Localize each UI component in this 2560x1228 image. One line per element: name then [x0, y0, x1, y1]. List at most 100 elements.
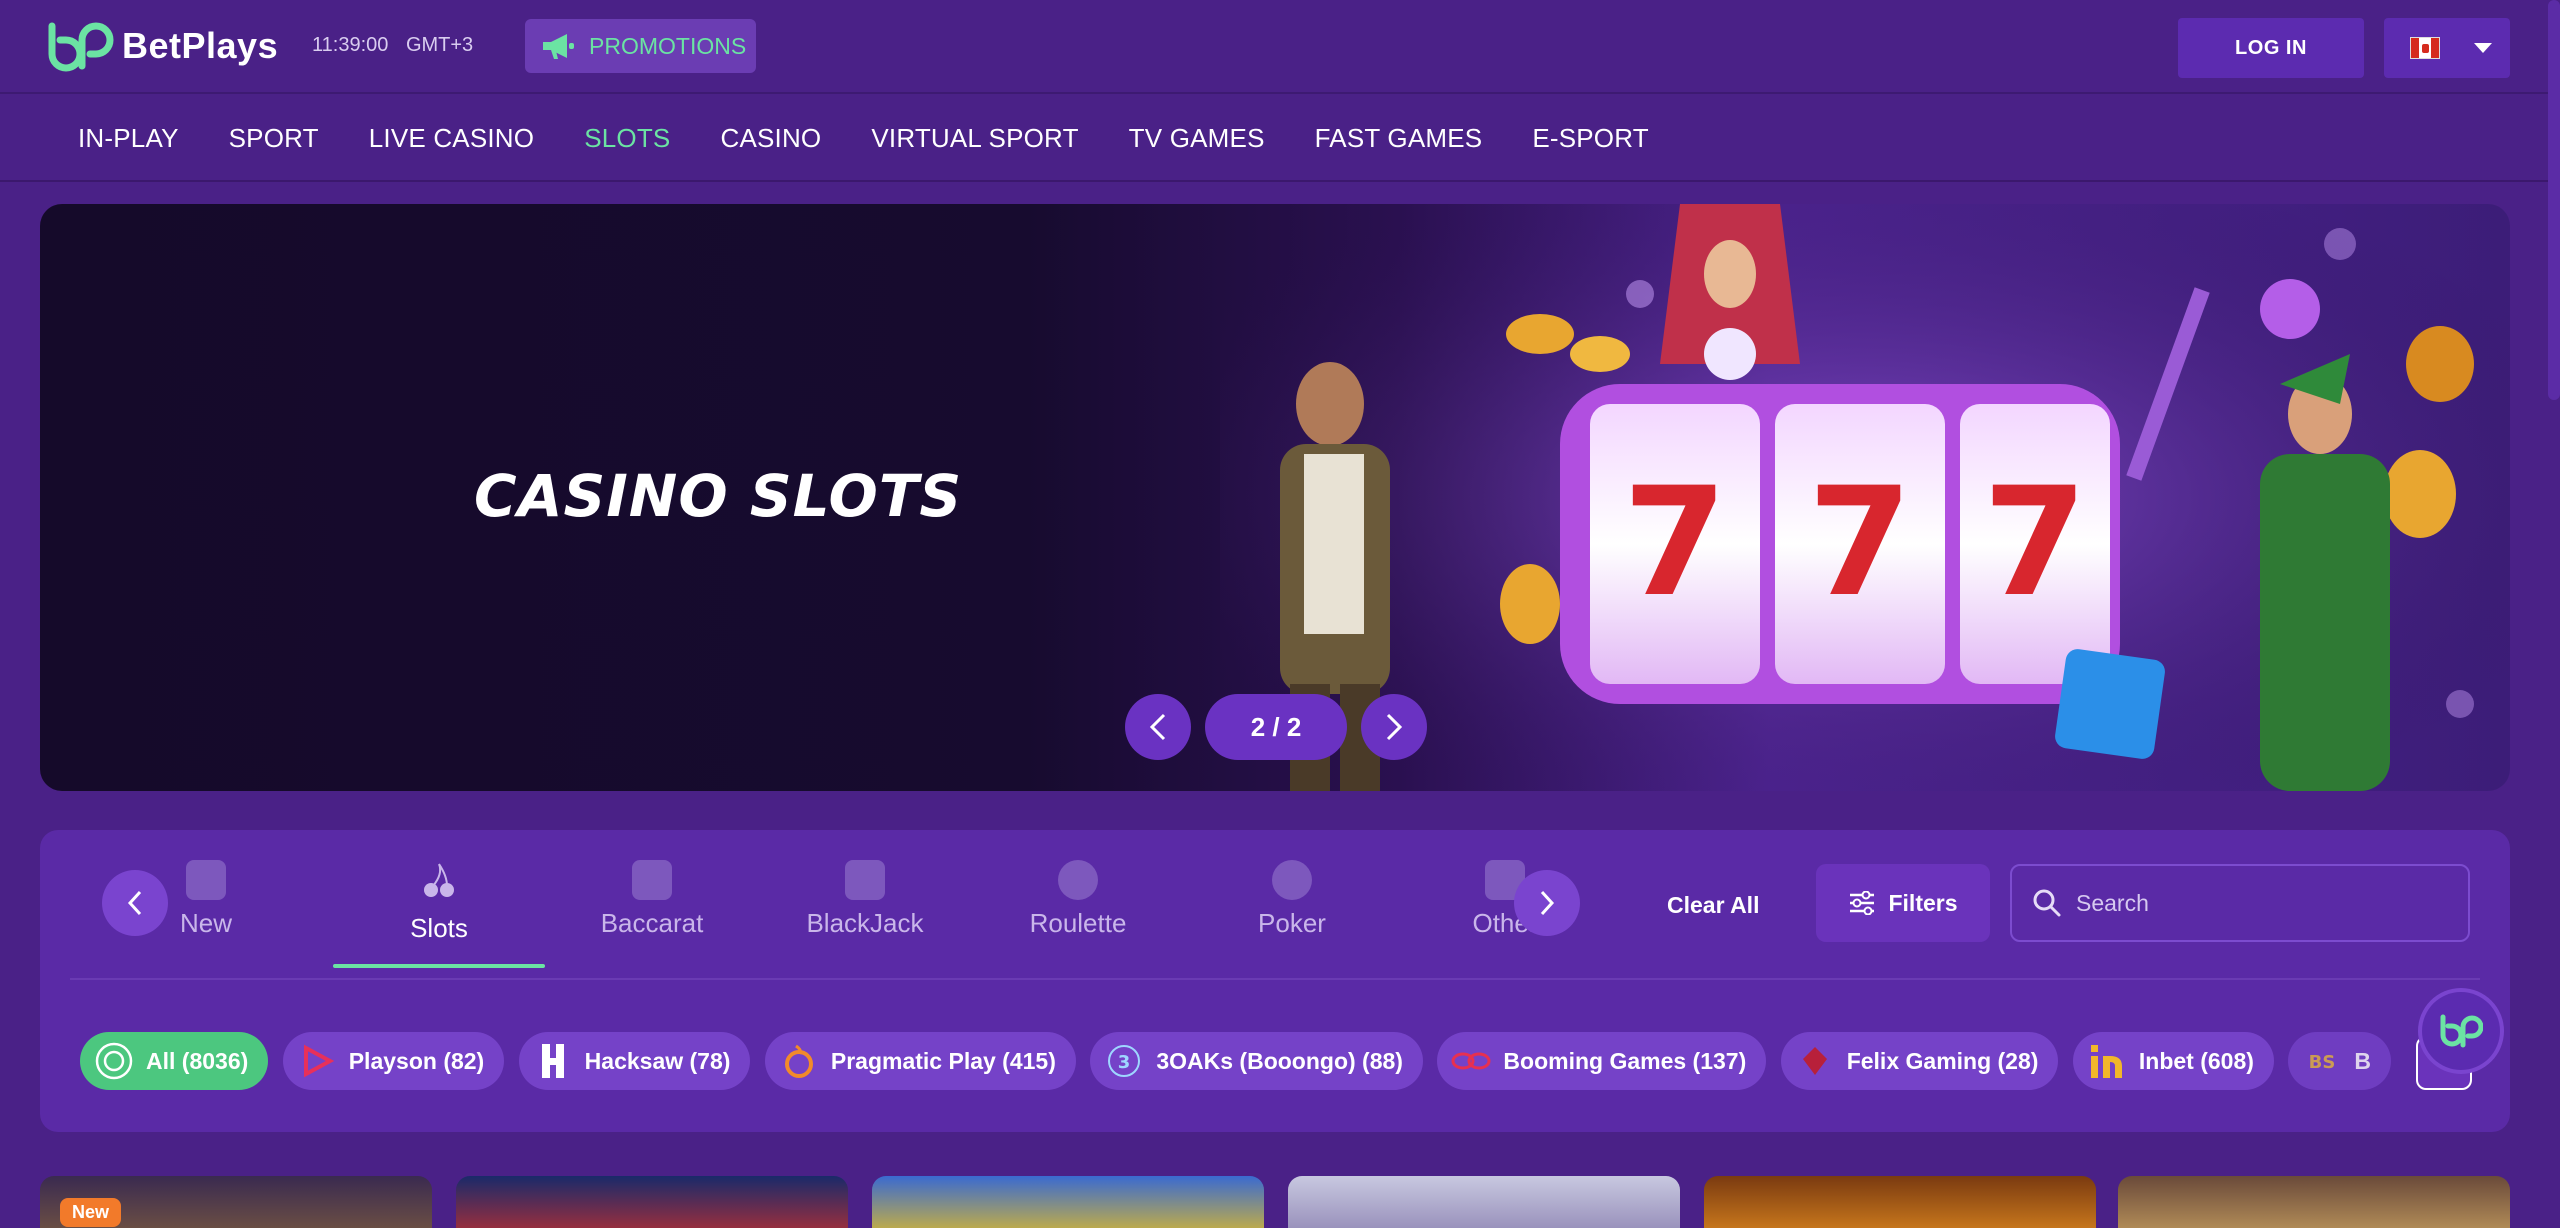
booming-logo-icon: [1451, 1041, 1491, 1081]
game-card[interactable]: [456, 1176, 848, 1228]
inbet-logo-icon: [2087, 1041, 2127, 1081]
nav-item-virtual-sport[interactable]: VIRTUAL SPORT: [871, 123, 1078, 154]
provider-chips: All (8036) Playson (82) Hacksaw (78) Pra…: [80, 1032, 2480, 1092]
game-card[interactable]: [1704, 1176, 2096, 1228]
megaphone-icon: [186, 860, 226, 900]
hero-slide-counter: 2 / 2: [1205, 694, 1347, 760]
chevron-left-icon: [1149, 713, 1166, 741]
3oaks-logo-icon: 3: [1104, 1041, 1144, 1081]
tab-label: Roulette: [1029, 908, 1127, 938]
hero-next-button[interactable]: [1361, 694, 1427, 760]
hero-title: CASINO SLOTS: [474, 462, 963, 530]
provider-label: Playson (82): [348, 1047, 485, 1074]
search-box[interactable]: [2010, 864, 2470, 942]
svg-text:7: 7: [1623, 456, 1727, 630]
categories-prev-button[interactable]: [102, 870, 168, 936]
nav-item-tv-games[interactable]: TV GAMES: [1129, 123, 1265, 154]
cherry-icon: [424, 863, 454, 897]
login-button[interactable]: LOG IN: [2178, 18, 2364, 78]
tab-baccarat[interactable]: Baccarat: [546, 860, 758, 968]
tab-roulette[interactable]: Roulette: [972, 860, 1184, 968]
provider-label: Felix Gaming (28): [1846, 1047, 2039, 1074]
playing-cards-icon: [845, 860, 885, 900]
svg-text:7: 7: [1983, 456, 2087, 630]
roulette-icon: [1058, 860, 1098, 900]
tab-poker[interactable]: Poker: [1186, 860, 1398, 968]
promotions-button[interactable]: PROMOTIONS: [525, 19, 756, 73]
clock: 11:39:00 GMT+3: [312, 34, 485, 57]
chevron-left-icon: [127, 890, 142, 916]
filters-label: Filters: [1888, 889, 1958, 916]
nav-item-live-casino[interactable]: LIVE CASINO: [369, 123, 534, 154]
cards-icon: [632, 860, 672, 900]
provider-chip-all[interactable]: All (8036): [80, 1032, 269, 1090]
nav-item-casino[interactable]: CASINO: [720, 123, 821, 154]
provider-chip-booming-games[interactable]: Booming Games (137): [1437, 1032, 1767, 1090]
chevron-right-icon: [1386, 713, 1403, 741]
top-bar: BetPlays 11:39:00 GMT+3 PROMOTIONS LOG I…: [0, 0, 2560, 94]
provider-chip-truncated[interactable]: BS B: [2288, 1032, 2391, 1090]
tab-label: Baccarat: [600, 908, 704, 938]
provider-chip-inbet[interactable]: Inbet (608): [2072, 1032, 2274, 1090]
nav-item-sport[interactable]: SPORT: [229, 123, 319, 154]
svg-text:BS: BS: [2309, 1052, 2336, 1073]
provider-chip-3oaks[interactable]: 3 3OAKs (Booongo) (88): [1090, 1032, 1423, 1090]
provider-chip-hacksaw[interactable]: Hacksaw (78): [518, 1032, 751, 1090]
clear-all-button[interactable]: Clear All: [1667, 892, 1759, 919]
tab-label: Slots: [410, 913, 468, 943]
clock-time: 11:39:00: [312, 34, 389, 56]
provider-label: Booming Games (137): [1503, 1047, 1747, 1074]
megaphone-icon: [543, 34, 574, 59]
support-chat-button[interactable]: [2422, 992, 2500, 1070]
provider-label: Pragmatic Play (415): [830, 1047, 1056, 1074]
provider-label: Hacksaw (78): [584, 1047, 731, 1074]
clock-timezone: GMT+3: [405, 34, 474, 56]
tab-blackjack[interactable]: BlackJack: [759, 860, 971, 968]
pragmatic-logo-icon: [779, 1041, 819, 1081]
game-card[interactable]: [2118, 1176, 2510, 1228]
nav-item-fast-games[interactable]: FAST GAMES: [1315, 123, 1483, 154]
tab-slots[interactable]: Slots: [333, 860, 545, 968]
tab-label: Other: [1472, 908, 1538, 938]
game-card[interactable]: New: [40, 1176, 432, 1228]
search-icon: [2033, 889, 2061, 917]
page-scrollbar[interactable]: [2548, 0, 2560, 400]
bs-logo-icon: BS: [2302, 1041, 2342, 1081]
provider-label: Inbet (608): [2138, 1047, 2254, 1074]
tab-other[interactable]: Other: [1399, 860, 1611, 968]
categories-next-button[interactable]: [1514, 870, 1580, 936]
new-badge: New: [60, 1198, 122, 1227]
divider: [70, 978, 2480, 980]
main-nav: IN-PLAY SPORT LIVE CASINO SLOTS CASINO V…: [0, 96, 2560, 182]
provider-label: All (8036): [146, 1047, 249, 1074]
language-selector[interactable]: [2384, 18, 2510, 78]
hacksaw-logo-icon: [533, 1041, 573, 1081]
provider-chip-felix-gaming[interactable]: Felix Gaming (28): [1780, 1032, 2059, 1090]
hero-banner[interactable]: CASINO SLOTS 7 7 7 2 / 2: [40, 204, 2510, 791]
playson-logo-icon: [297, 1041, 337, 1081]
tab-label: Poker: [1258, 908, 1326, 938]
promotions-label: PROMOTIONS: [589, 32, 747, 59]
tab-label: BlackJack: [806, 908, 924, 938]
game-card[interactable]: [872, 1176, 1264, 1228]
svg-text:7: 7: [1808, 456, 1912, 630]
nav-item-in-play[interactable]: IN-PLAY: [78, 123, 179, 154]
provider-label: B: [2354, 1047, 2371, 1074]
hero-slider-controls: 2 / 2: [1125, 694, 1427, 760]
canada-flag-icon: [2410, 37, 2440, 59]
filters-button[interactable]: Filters: [1816, 864, 1990, 942]
provider-chip-playson[interactable]: Playson (82): [282, 1032, 505, 1090]
svg-text:3: 3: [1118, 1052, 1131, 1073]
search-input[interactable]: [2076, 889, 2456, 917]
brand-logo[interactable]: BetPlays: [46, 20, 278, 72]
hero-prev-button[interactable]: [1125, 694, 1191, 760]
sliders-icon: [1850, 891, 1875, 915]
logo-mark-icon: [48, 22, 114, 72]
game-card[interactable]: [1288, 1176, 1680, 1228]
all-providers-icon: [94, 1041, 134, 1081]
nav-item-e-sport[interactable]: E-SPORT: [1532, 123, 1649, 154]
nav-item-slots[interactable]: SLOTS: [584, 123, 670, 154]
provider-chip-pragmatic-play[interactable]: Pragmatic Play (415): [764, 1032, 1076, 1090]
brand-name: BetPlays: [122, 25, 279, 66]
bp-logo-icon: [2440, 1014, 2483, 1048]
